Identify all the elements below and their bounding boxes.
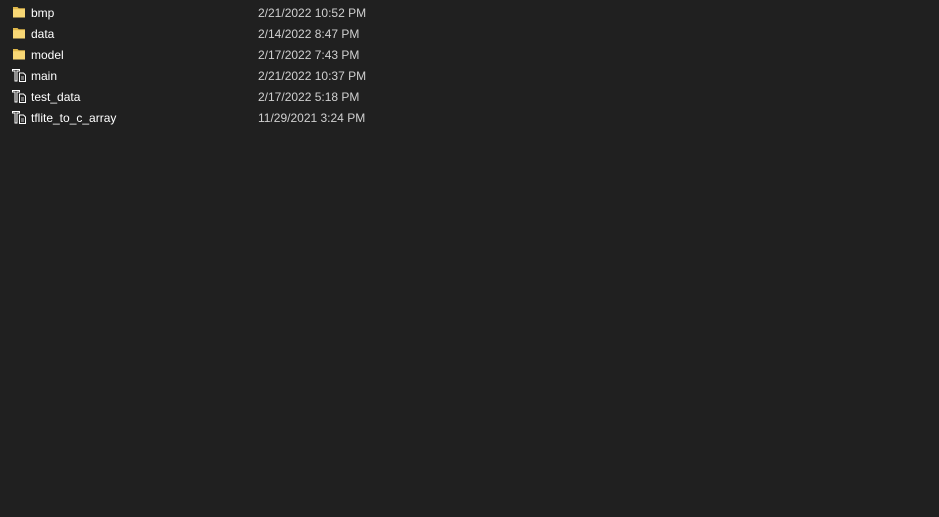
file-name: bmp [31,6,55,20]
folder-icon [12,47,26,61]
folder-icon [12,5,26,19]
file-row-test-data[interactable]: test_data 2/17/2022 5:18 PM [0,86,939,107]
file-modified-date: 11/29/2021 3:24 PM [258,111,366,125]
file-row-model[interactable]: model 2/17/2022 7:43 PM [0,44,939,65]
file-row-data[interactable]: data 2/14/2022 8:47 PM [0,23,939,44]
file-name: main [31,69,58,83]
file-row-bmp[interactable]: bmp 2/21/2022 10:52 PM [0,2,939,23]
file-list: bmp 2/21/2022 10:52 PM data 2/14/2022 8:… [0,2,939,128]
python-file-icon [12,110,26,124]
folder-icon [12,26,26,40]
python-file-icon [12,89,26,103]
file-modified-date: 2/21/2022 10:37 PM [258,69,367,83]
file-modified-date: 2/14/2022 8:47 PM [258,27,360,41]
file-row-main[interactable]: main 2/21/2022 10:37 PM [0,65,939,86]
file-name: test_data [31,90,81,104]
file-modified-date: 2/17/2022 5:18 PM [258,90,360,104]
file-name: model [31,48,64,62]
file-name: data [31,27,55,41]
python-file-icon [12,68,26,82]
file-name: tflite_to_c_array [31,111,117,125]
file-modified-date: 2/21/2022 10:52 PM [258,6,367,20]
file-modified-date: 2/17/2022 7:43 PM [258,48,360,62]
file-row-tflite-to-c-array[interactable]: tflite_to_c_array 11/29/2021 3:24 PM [0,107,939,128]
